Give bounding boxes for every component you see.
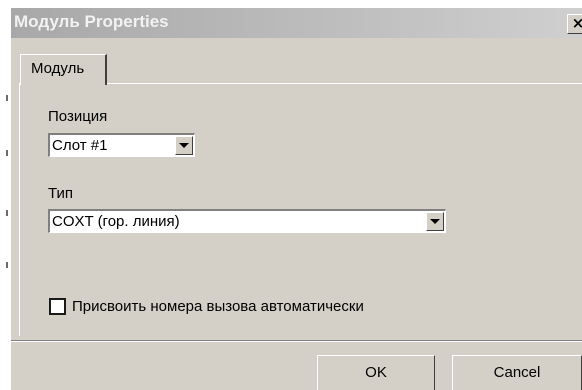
- ok-button[interactable]: OK: [317, 355, 435, 390]
- button-row-separator: [11, 340, 582, 342]
- cancel-button[interactable]: Cancel: [452, 355, 582, 390]
- edge-mark: [6, 210, 8, 216]
- background-window-edge: [0, 0, 10, 390]
- edge-mark: [6, 150, 8, 156]
- tab-module-label: Модуль: [31, 60, 85, 77]
- close-icon: ×: [571, 14, 582, 32]
- screen: Модуль Properties × Модуль Позиция Слот …: [0, 0, 582, 390]
- edge-mark: [6, 262, 8, 268]
- tab-panel-module: [19, 83, 582, 336]
- window-title: Модуль Properties: [14, 12, 169, 31]
- tab-module[interactable]: Модуль: [20, 54, 107, 85]
- module-properties-dialog: Модуль Properties × Модуль Позиция Слот …: [10, 7, 582, 390]
- close-button[interactable]: ×: [567, 14, 582, 34]
- edge-mark: [6, 95, 8, 101]
- title-bar[interactable]: Модуль Properties ×: [11, 8, 582, 38]
